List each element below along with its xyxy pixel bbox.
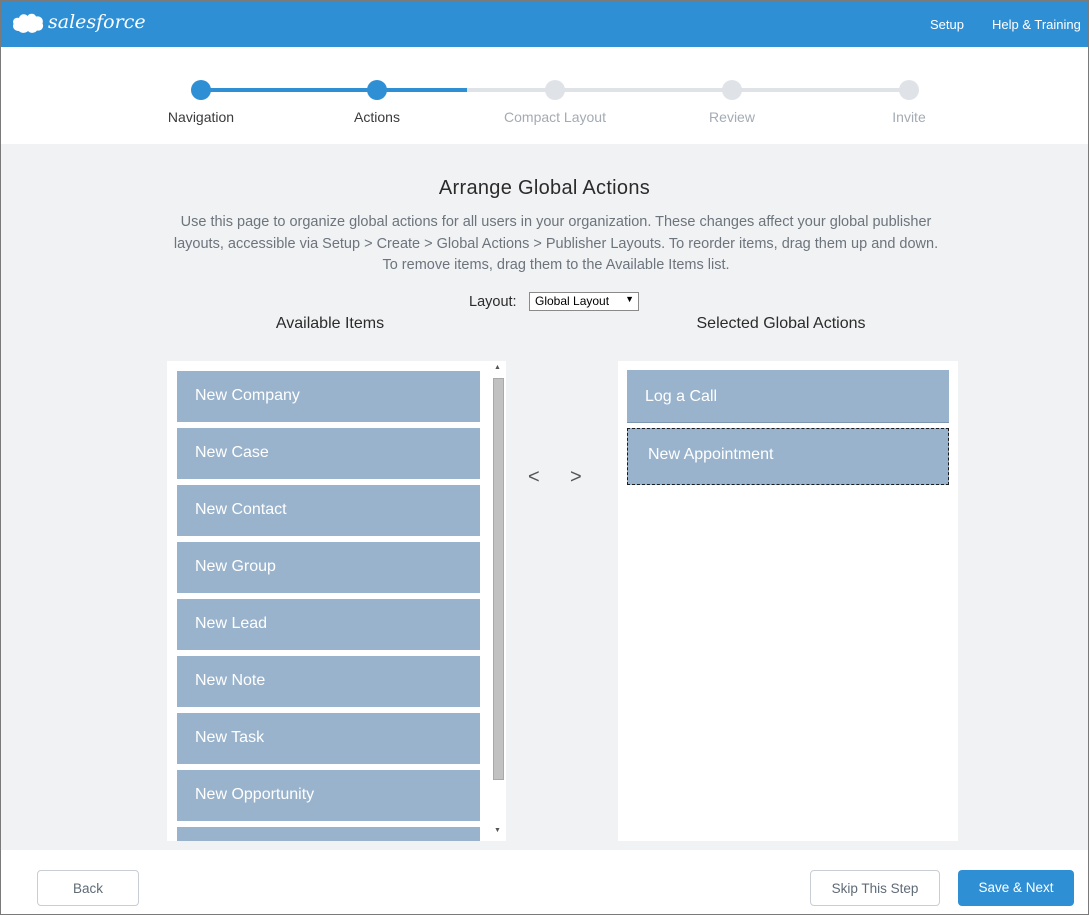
step-label-review[interactable]: Review	[662, 109, 802, 125]
available-item-new-opportunity[interactable]: New Opportunity	[177, 770, 480, 821]
selected-actions-list[interactable]: Log a Call New Appointment	[618, 361, 958, 841]
footer-bar: Back Skip This Step Save & Next	[1, 850, 1088, 914]
step-dot-review[interactable]	[722, 80, 742, 100]
scrollbar-thumb[interactable]	[493, 378, 504, 780]
available-item-new-task[interactable]: New Task	[177, 713, 480, 764]
layout-label: Layout:	[469, 294, 517, 310]
dropdown-arrow-icon: ▼	[625, 294, 634, 304]
available-item-new-company[interactable]: New Company	[177, 371, 480, 422]
step-label-compact-layout[interactable]: Compact Layout	[485, 109, 625, 125]
setup-link[interactable]: Setup	[930, 17, 964, 32]
step-dot-invite[interactable]	[899, 80, 919, 100]
step-label-invite[interactable]: Invite	[839, 109, 979, 125]
step-dot-navigation[interactable]	[191, 80, 211, 100]
available-list-scrollbar[interactable]: ▲ ▼	[490, 361, 506, 841]
available-item-partial[interactable]	[177, 827, 480, 841]
available-item-new-note[interactable]: New Note	[177, 656, 480, 707]
step-dot-compact-layout[interactable]	[545, 80, 565, 100]
selected-item-new-appointment[interactable]: New Appointment	[627, 428, 949, 485]
step-label-navigation[interactable]: Navigation	[131, 109, 271, 125]
top-bar: salesforce Setup Help & Training	[1, 1, 1088, 47]
layout-select-value: Global Layout	[535, 294, 610, 308]
layout-row: Layout: Global Layout ▼	[469, 292, 639, 311]
scroll-up-arrow-icon[interactable]: ▲	[494, 364, 502, 371]
skip-step-button[interactable]: Skip This Step	[810, 870, 940, 906]
available-item-new-case[interactable]: New Case	[177, 428, 480, 479]
back-button[interactable]: Back	[37, 870, 139, 906]
step-dot-actions[interactable]	[367, 80, 387, 100]
move-left-button[interactable]: <	[528, 466, 540, 489]
page-title: Arrange Global Actions	[438, 177, 651, 199]
selected-item-log-a-call[interactable]: Log a Call	[627, 370, 949, 423]
move-right-button[interactable]: >	[570, 466, 582, 489]
available-items-list[interactable]: New Company New Case New Contact New Gro…	[167, 361, 490, 841]
salesforce-cloud-icon	[13, 13, 44, 33]
help-training-link[interactable]: Help & Training	[992, 17, 1081, 32]
step-remaining-line	[467, 88, 909, 92]
selected-actions-title: Selected Global Actions	[696, 315, 866, 332]
progress-stepper: Navigation Actions Compact Layout Review…	[1, 47, 1088, 144]
available-item-new-contact[interactable]: New Contact	[177, 485, 480, 536]
available-item-new-lead[interactable]: New Lead	[177, 599, 480, 650]
step-progress-line	[201, 88, 467, 92]
page-description: Use this page to organize global actions…	[173, 214, 939, 273]
available-items-title: Available Items	[275, 315, 385, 332]
available-item-new-group[interactable]: New Group	[177, 542, 480, 593]
salesforce-logo-text: salesforce	[48, 11, 146, 33]
scroll-down-arrow-icon[interactable]: ▼	[494, 827, 502, 834]
layout-select[interactable]: Global Layout ▼	[529, 292, 639, 311]
save-next-button[interactable]: Save & Next	[958, 870, 1074, 906]
main-content: Arrange Global Actions Use this page to …	[1, 144, 1088, 850]
step-label-actions[interactable]: Actions	[307, 109, 447, 125]
